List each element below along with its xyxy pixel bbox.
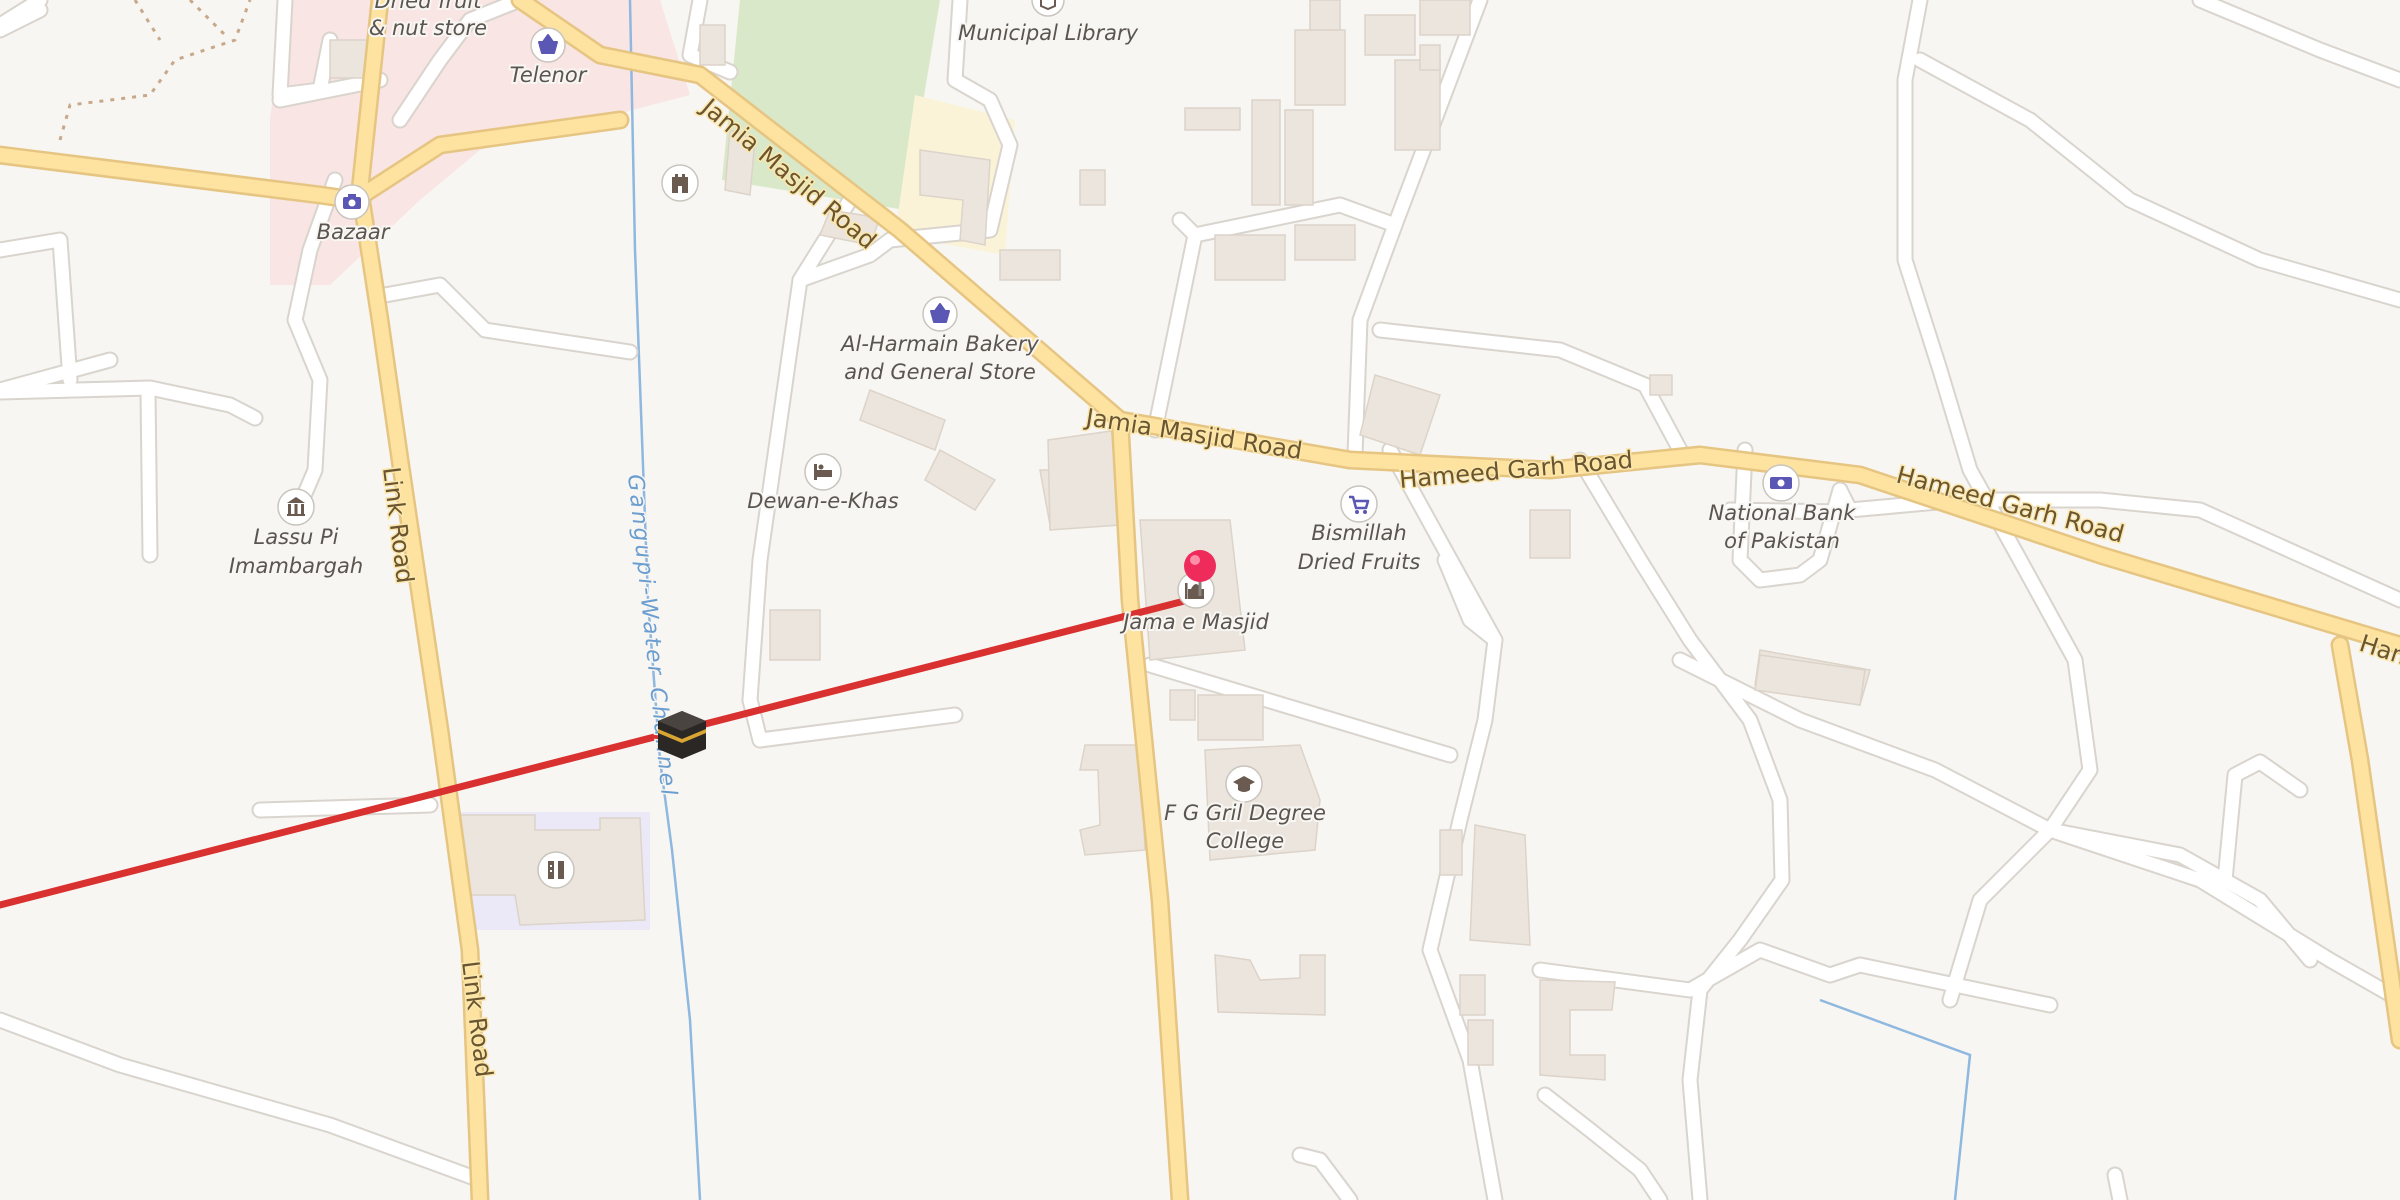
minor-road (2193, 0, 2400, 87)
place-label: Telenor (510, 63, 588, 87)
place-label: College (1206, 829, 1284, 853)
footpath (58, 0, 252, 141)
building (1419, 44, 1441, 71)
minor-road (141, 385, 157, 562)
bed-icon[interactable] (804, 453, 842, 491)
place-label: Dewan-e-Khas (747, 489, 898, 513)
shopping-cart-icon[interactable] (1340, 485, 1378, 523)
banknote-icon[interactable] (1762, 464, 1800, 502)
building (1649, 374, 1673, 396)
minor-road (253, 798, 437, 817)
road-label-link-road: Link Road (456, 959, 498, 1079)
minor-road (1148, 213, 1202, 437)
building (1359, 374, 1441, 456)
place-label: Municipal Library (958, 21, 1139, 45)
building (1419, 0, 1471, 36)
building (1184, 107, 1241, 131)
building (1214, 234, 1286, 281)
minor-road (0, 233, 77, 387)
minor-road (0, 1013, 487, 1187)
place-label: Dried Fruits (1298, 550, 1421, 574)
place-label: of Pakistan (1724, 529, 1840, 553)
building (1467, 1019, 1494, 1066)
building-layer (329, 0, 1871, 1081)
building (859, 389, 946, 451)
building (1284, 109, 1314, 206)
museum-icon[interactable] (277, 488, 315, 526)
place-label: and General Store (844, 360, 1036, 384)
graduation-cap-icon[interactable] (1225, 765, 1263, 803)
building (1294, 224, 1356, 261)
building (769, 609, 821, 661)
building (999, 249, 1061, 281)
minor-road (1538, 1088, 1667, 1200)
footpath (188, 0, 227, 37)
stream (1819, 998, 1972, 1200)
camera-icon[interactable] (334, 184, 370, 220)
minor-road (2218, 755, 2307, 887)
place-label: National Bank (1709, 501, 1857, 525)
building (1469, 824, 1531, 946)
place-label: Bazaar (317, 220, 391, 244)
castle-icon[interactable] (661, 164, 699, 202)
minor-road (2108, 1168, 2127, 1200)
shopping-basket-icon[interactable] (530, 27, 566, 63)
building (1459, 974, 1486, 1016)
kaaba-icon[interactable] (658, 711, 706, 759)
place-label: Imambargah (229, 554, 363, 578)
book-icon[interactable] (1031, 0, 1065, 17)
place-label: Dried fruit (375, 0, 483, 13)
building (1394, 59, 1441, 151)
building (699, 24, 726, 66)
building (924, 448, 997, 512)
building (1169, 689, 1196, 721)
shopping-basket-icon[interactable] (922, 296, 958, 332)
place-label: Lassu Pi (254, 525, 339, 549)
place-label: & nut store (369, 16, 487, 40)
place-label: Al-Harmain Bakery (839, 332, 1039, 356)
building (1197, 694, 1264, 741)
minor-road (1913, 53, 2400, 307)
building (1079, 169, 1106, 206)
building (1294, 29, 1346, 106)
map-canvas[interactable]: Jamia Masjid Road Jamia Masjid Road Hame… (0, 0, 2400, 1200)
building (1079, 744, 1146, 856)
school-icon[interactable] (537, 851, 575, 889)
building (1439, 829, 1463, 876)
place-label: F G Gril Degree (1164, 801, 1326, 825)
minor-road (0, 381, 262, 425)
place-label: Bismillah (1311, 521, 1406, 545)
building (1309, 0, 1341, 31)
building (1214, 954, 1326, 1016)
footpath (133, 0, 162, 41)
footpath-layer (58, 0, 252, 141)
building (1047, 429, 1121, 531)
building (1529, 509, 1571, 559)
building (1364, 14, 1416, 56)
building (1539, 979, 1616, 1081)
place-label: Jama e Masjid (1119, 610, 1269, 634)
building (1251, 99, 1281, 206)
